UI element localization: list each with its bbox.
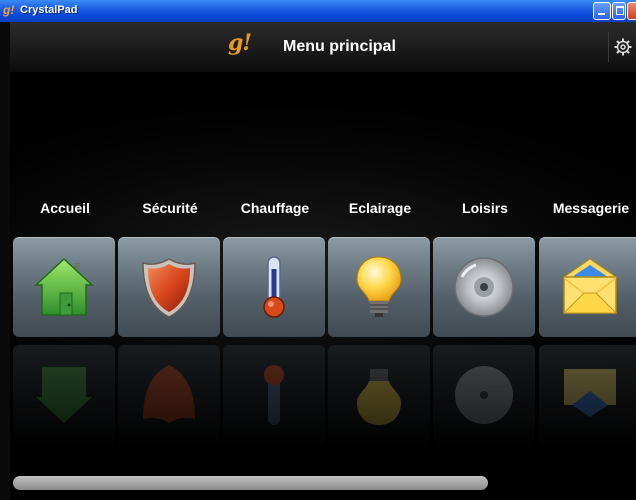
menu-label-chauffage: Chauffage — [240, 200, 310, 216]
menu-label-eclairage: Eclairage — [348, 200, 412, 216]
menu-tile-securite[interactable] — [118, 237, 220, 337]
menu-tile-chauffage[interactable] — [223, 237, 325, 337]
tile-reflection — [539, 345, 636, 445]
thermometer-icon — [263, 256, 285, 318]
tile-reflection — [328, 345, 430, 445]
menu-tile-loisirs[interactable] — [433, 237, 535, 337]
minimize-button[interactable] — [593, 2, 611, 20]
maximize-button[interactable] — [612, 2, 626, 20]
tile-reflection — [13, 345, 115, 445]
envelope-icon — [562, 258, 618, 314]
menu-tile-eclairage[interactable] — [328, 237, 430, 337]
settings-button[interactable] — [608, 32, 636, 62]
menu-label-loisirs: Loisirs — [462, 200, 508, 216]
menu-tile-accueil[interactable] — [13, 237, 115, 337]
menu-label-messagerie: Messagerie — [552, 200, 630, 216]
menu-tile-messagerie[interactable] — [539, 237, 636, 337]
app-header: g! Menu principal — [10, 22, 636, 73]
gear-icon — [614, 38, 632, 56]
window-titlebar: g! CrystalPad — [0, 0, 636, 22]
close-button[interactable] — [627, 2, 636, 20]
tile-reflection — [118, 345, 220, 445]
shield-icon — [142, 258, 196, 318]
horizontal-scrollbar[interactable] — [13, 476, 488, 490]
menu-label-accueil: Accueil — [40, 200, 90, 216]
tile-reflection — [433, 345, 535, 445]
app-logo: g! — [228, 30, 252, 56]
menu-area: Accueil Sécurité Chauffage Eclairage Loi… — [10, 73, 636, 500]
page-title: Menu principal — [283, 38, 396, 55]
tile-reflection — [223, 345, 325, 445]
window-title: CrystalPad — [20, 4, 78, 16]
lightbulb-icon — [356, 256, 402, 317]
house-icon — [34, 257, 94, 316]
disc-icon — [454, 257, 514, 317]
app-icon: g! — [3, 3, 15, 17]
window-border — [0, 22, 10, 500]
menu-label-securite: Sécurité — [142, 200, 198, 216]
